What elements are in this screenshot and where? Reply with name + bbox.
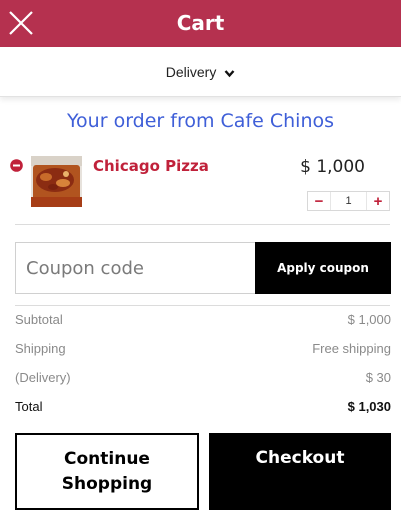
item-price: $ 1,000 — [300, 157, 365, 177]
subtotal-row: Subtotal $ 1,000 — [15, 312, 391, 327]
checkout-button[interactable]: Checkout — [209, 433, 391, 510]
delivery-fee-row: (Delivery) $ 30 — [15, 370, 391, 385]
chevron-down-icon — [224, 48, 235, 98]
increment-button[interactable]: + — [367, 192, 389, 210]
quantity-value[interactable]: 1 — [330, 192, 367, 210]
delivery-fee-value: $ 30 — [365, 370, 391, 385]
quantity-stepper: − 1 + — [307, 191, 390, 211]
continue-label-line1: Continue — [64, 448, 150, 469]
decrement-button[interactable]: − — [308, 192, 330, 210]
shipping-value: Free shipping — [312, 341, 391, 356]
total-value: $ 1,030 — [347, 399, 391, 414]
subtotal-value: $ 1,000 — [347, 312, 391, 327]
continue-label-line2: Shopping — [61, 473, 153, 494]
continue-shopping-button[interactable]: Continue Shopping — [15, 433, 199, 510]
divider — [15, 305, 390, 306]
delivery-selector[interactable]: Delivery — [0, 47, 401, 97]
coupon-input[interactable] — [15, 242, 256, 294]
shipping-label: Shipping — [15, 341, 66, 356]
total-row: Total $ 1,030 — [15, 399, 391, 414]
divider — [15, 224, 390, 225]
item-thumbnail — [31, 156, 82, 207]
subtotal-label: Subtotal — [15, 312, 63, 327]
shipping-row: Shipping Free shipping — [15, 341, 391, 356]
page-title: Cart — [176, 11, 225, 35]
cart-header: Cart — [0, 0, 401, 47]
delivery-fee-label: (Delivery) — [15, 370, 71, 385]
delivery-label: Delivery — [165, 64, 217, 80]
remove-item-icon[interactable] — [10, 159, 23, 172]
total-label: Total — [15, 399, 43, 414]
order-title: Your order from Cafe Chinos — [66, 110, 335, 132]
item-name[interactable]: Chicago Pizza — [93, 157, 209, 175]
apply-coupon-button[interactable]: Apply coupon — [255, 242, 391, 294]
